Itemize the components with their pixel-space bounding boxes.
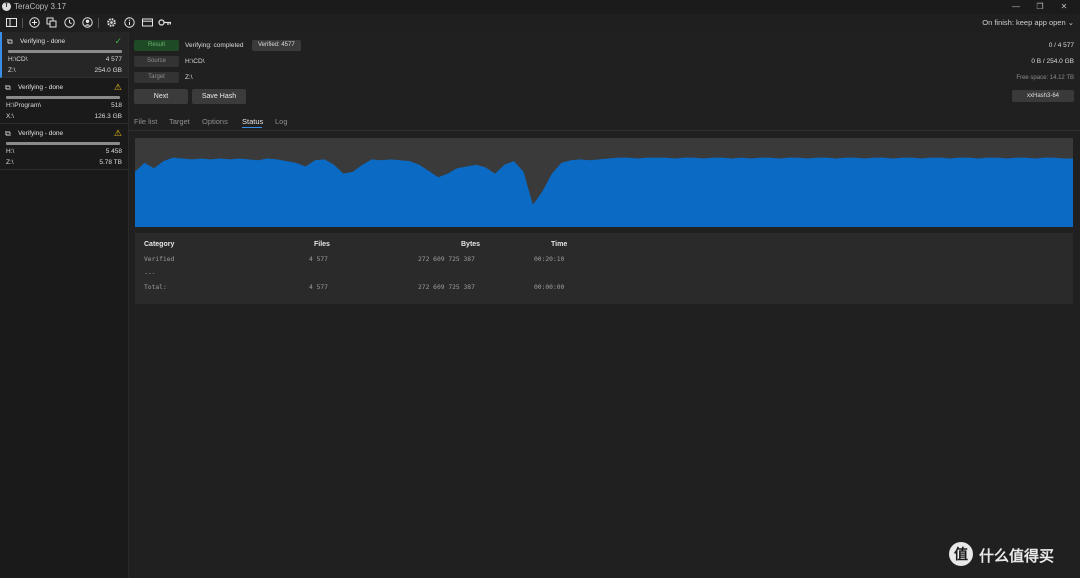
tab-options[interactable]: Options <box>202 117 228 126</box>
job-target: X:\ <box>6 113 14 120</box>
copy-icon[interactable] <box>45 17 57 29</box>
minimize-button[interactable]: — <box>1004 1 1028 13</box>
user-icon[interactable] <box>81 17 93 29</box>
on-finish-dropdown[interactable]: On finish: keep app open ⌄ <box>982 18 1074 27</box>
copy-job-icon: ⧉ <box>5 83 11 92</box>
speed-graph-area <box>135 157 1073 227</box>
job-item[interactable]: ⧉ Verifying - done ⚠ H:\ 5 458 Z:\ 5.78 … <box>0 124 128 170</box>
job-source: H:\Program\ <box>6 102 42 109</box>
job-status: Verifying - done <box>18 84 64 91</box>
copy-job-icon: ⧉ <box>5 129 11 138</box>
free-space: Free space: 14.12 TB <box>1016 75 1074 81</box>
stats-header-bytes: Bytes <box>461 241 481 248</box>
job-status: Verifying - done <box>18 130 64 137</box>
job-source: H:\ <box>6 148 15 155</box>
stats-cell-category: Verified <box>144 256 175 263</box>
job-file-count: 518 <box>111 102 122 109</box>
info-icon[interactable] <box>123 17 135 29</box>
stats-cell-time: 00:20:10 <box>534 256 565 263</box>
stats-header-files: Files <box>314 241 330 248</box>
watermark-icon: 值 <box>949 542 973 566</box>
add-icon[interactable] <box>28 17 40 29</box>
restore-button[interactable]: ❐ <box>1028 1 1052 13</box>
target-label: Target <box>134 72 179 83</box>
check-icon: ✓ <box>114 36 122 46</box>
main-panel: Result Verifying: completed Verified: 45… <box>129 32 1080 578</box>
app-logo-icon: T <box>2 2 11 11</box>
window-title: TeraCopy 3.17 <box>14 2 67 11</box>
toolbar: On finish: keep app open ⌄ <box>0 14 1080 32</box>
job-size: 126.3 GB <box>94 113 122 120</box>
toolbar-separator <box>22 18 23 28</box>
job-progress-bar <box>6 96 120 99</box>
job-status: Verifying - done <box>20 38 66 45</box>
watermark-text: 什么值得买 <box>979 548 1055 565</box>
toolbar-separator <box>98 18 99 28</box>
close-button[interactable]: ✕ <box>1052 1 1076 13</box>
result-label: Result <box>134 40 179 51</box>
job-item[interactable]: ⧉ Verifying - done ⚠ H:\Program\ 518 X:\… <box>0 78 128 124</box>
history-icon[interactable] <box>63 17 75 29</box>
key-icon[interactable] <box>158 17 172 29</box>
job-progress-bar <box>8 50 122 53</box>
save-hash-button[interactable]: Save Hash <box>192 89 246 104</box>
stats-header-category: Category <box>144 241 175 248</box>
job-target: Z:\ <box>8 67 16 74</box>
stats-table: Category Files Bytes Time Verified 4 577… <box>135 233 1073 304</box>
bytes-progress: 0 B / 254.0 GB <box>1031 58 1074 65</box>
job-source: H:\CD\ <box>8 56 28 63</box>
job-size: 5.78 TB <box>99 159 122 166</box>
verified-badge: Verified: 4577 <box>252 40 301 51</box>
stats-header-time: Time <box>551 241 568 248</box>
tab-file-list[interactable]: File list <box>134 117 157 126</box>
tab-log[interactable]: Log <box>275 117 288 126</box>
stats-cell-category: --- <box>144 270 156 277</box>
job-progress-bar <box>6 142 120 145</box>
warning-icon: ⚠ <box>113 128 122 138</box>
job-size: 254.0 GB <box>94 67 122 74</box>
warning-icon: ⚠ <box>113 82 122 92</box>
card-icon[interactable] <box>141 17 153 29</box>
result-text: Verifying: completed <box>185 42 244 49</box>
tab-bar: File list Target Options Status Log <box>129 112 1080 131</box>
speed-graph <box>135 138 1073 227</box>
job-file-count: 4 577 <box>105 56 122 63</box>
active-tab-indicator <box>242 127 262 128</box>
title-bar: T TeraCopy 3.17 — ❐ ✕ <box>0 0 1080 14</box>
stats-cell-bytes: 272 609 725 387 <box>418 284 475 291</box>
stats-cell-time: 00:00:00 <box>534 284 565 291</box>
target-path: Z:\ <box>185 74 193 81</box>
job-sidebar: ⧉ Verifying - done ✓ H:\CD\ 4 577 Z:\ 25… <box>0 32 129 578</box>
source-path: H:\CD\ <box>185 58 205 65</box>
stats-cell-category: Total: <box>144 284 167 291</box>
copy-job-icon: ⧉ <box>7 37 13 46</box>
stats-cell-bytes: 272 609 725 387 <box>418 256 475 263</box>
stats-cell-files: 4 577 <box>309 256 328 263</box>
stats-cell-files: 4 577 <box>309 284 328 291</box>
hash-algorithm-select[interactable]: xxHash3-64 <box>1012 90 1074 102</box>
job-file-count: 5 458 <box>105 148 122 155</box>
source-label: Source <box>134 56 179 67</box>
watermark-logo: 值 什么值得买 <box>949 542 1072 566</box>
gear-icon[interactable] <box>105 17 117 29</box>
next-button[interactable]: Next <box>134 89 188 104</box>
job-target: Z:\ <box>6 159 14 166</box>
job-item[interactable]: ⧉ Verifying - done ✓ H:\CD\ 4 577 Z:\ 25… <box>0 32 128 78</box>
tab-status[interactable]: Status <box>242 117 263 126</box>
sidebar-toggle-icon[interactable] <box>5 17 17 29</box>
tab-target[interactable]: Target <box>169 117 190 126</box>
files-progress: 0 / 4 577 <box>1048 42 1074 49</box>
